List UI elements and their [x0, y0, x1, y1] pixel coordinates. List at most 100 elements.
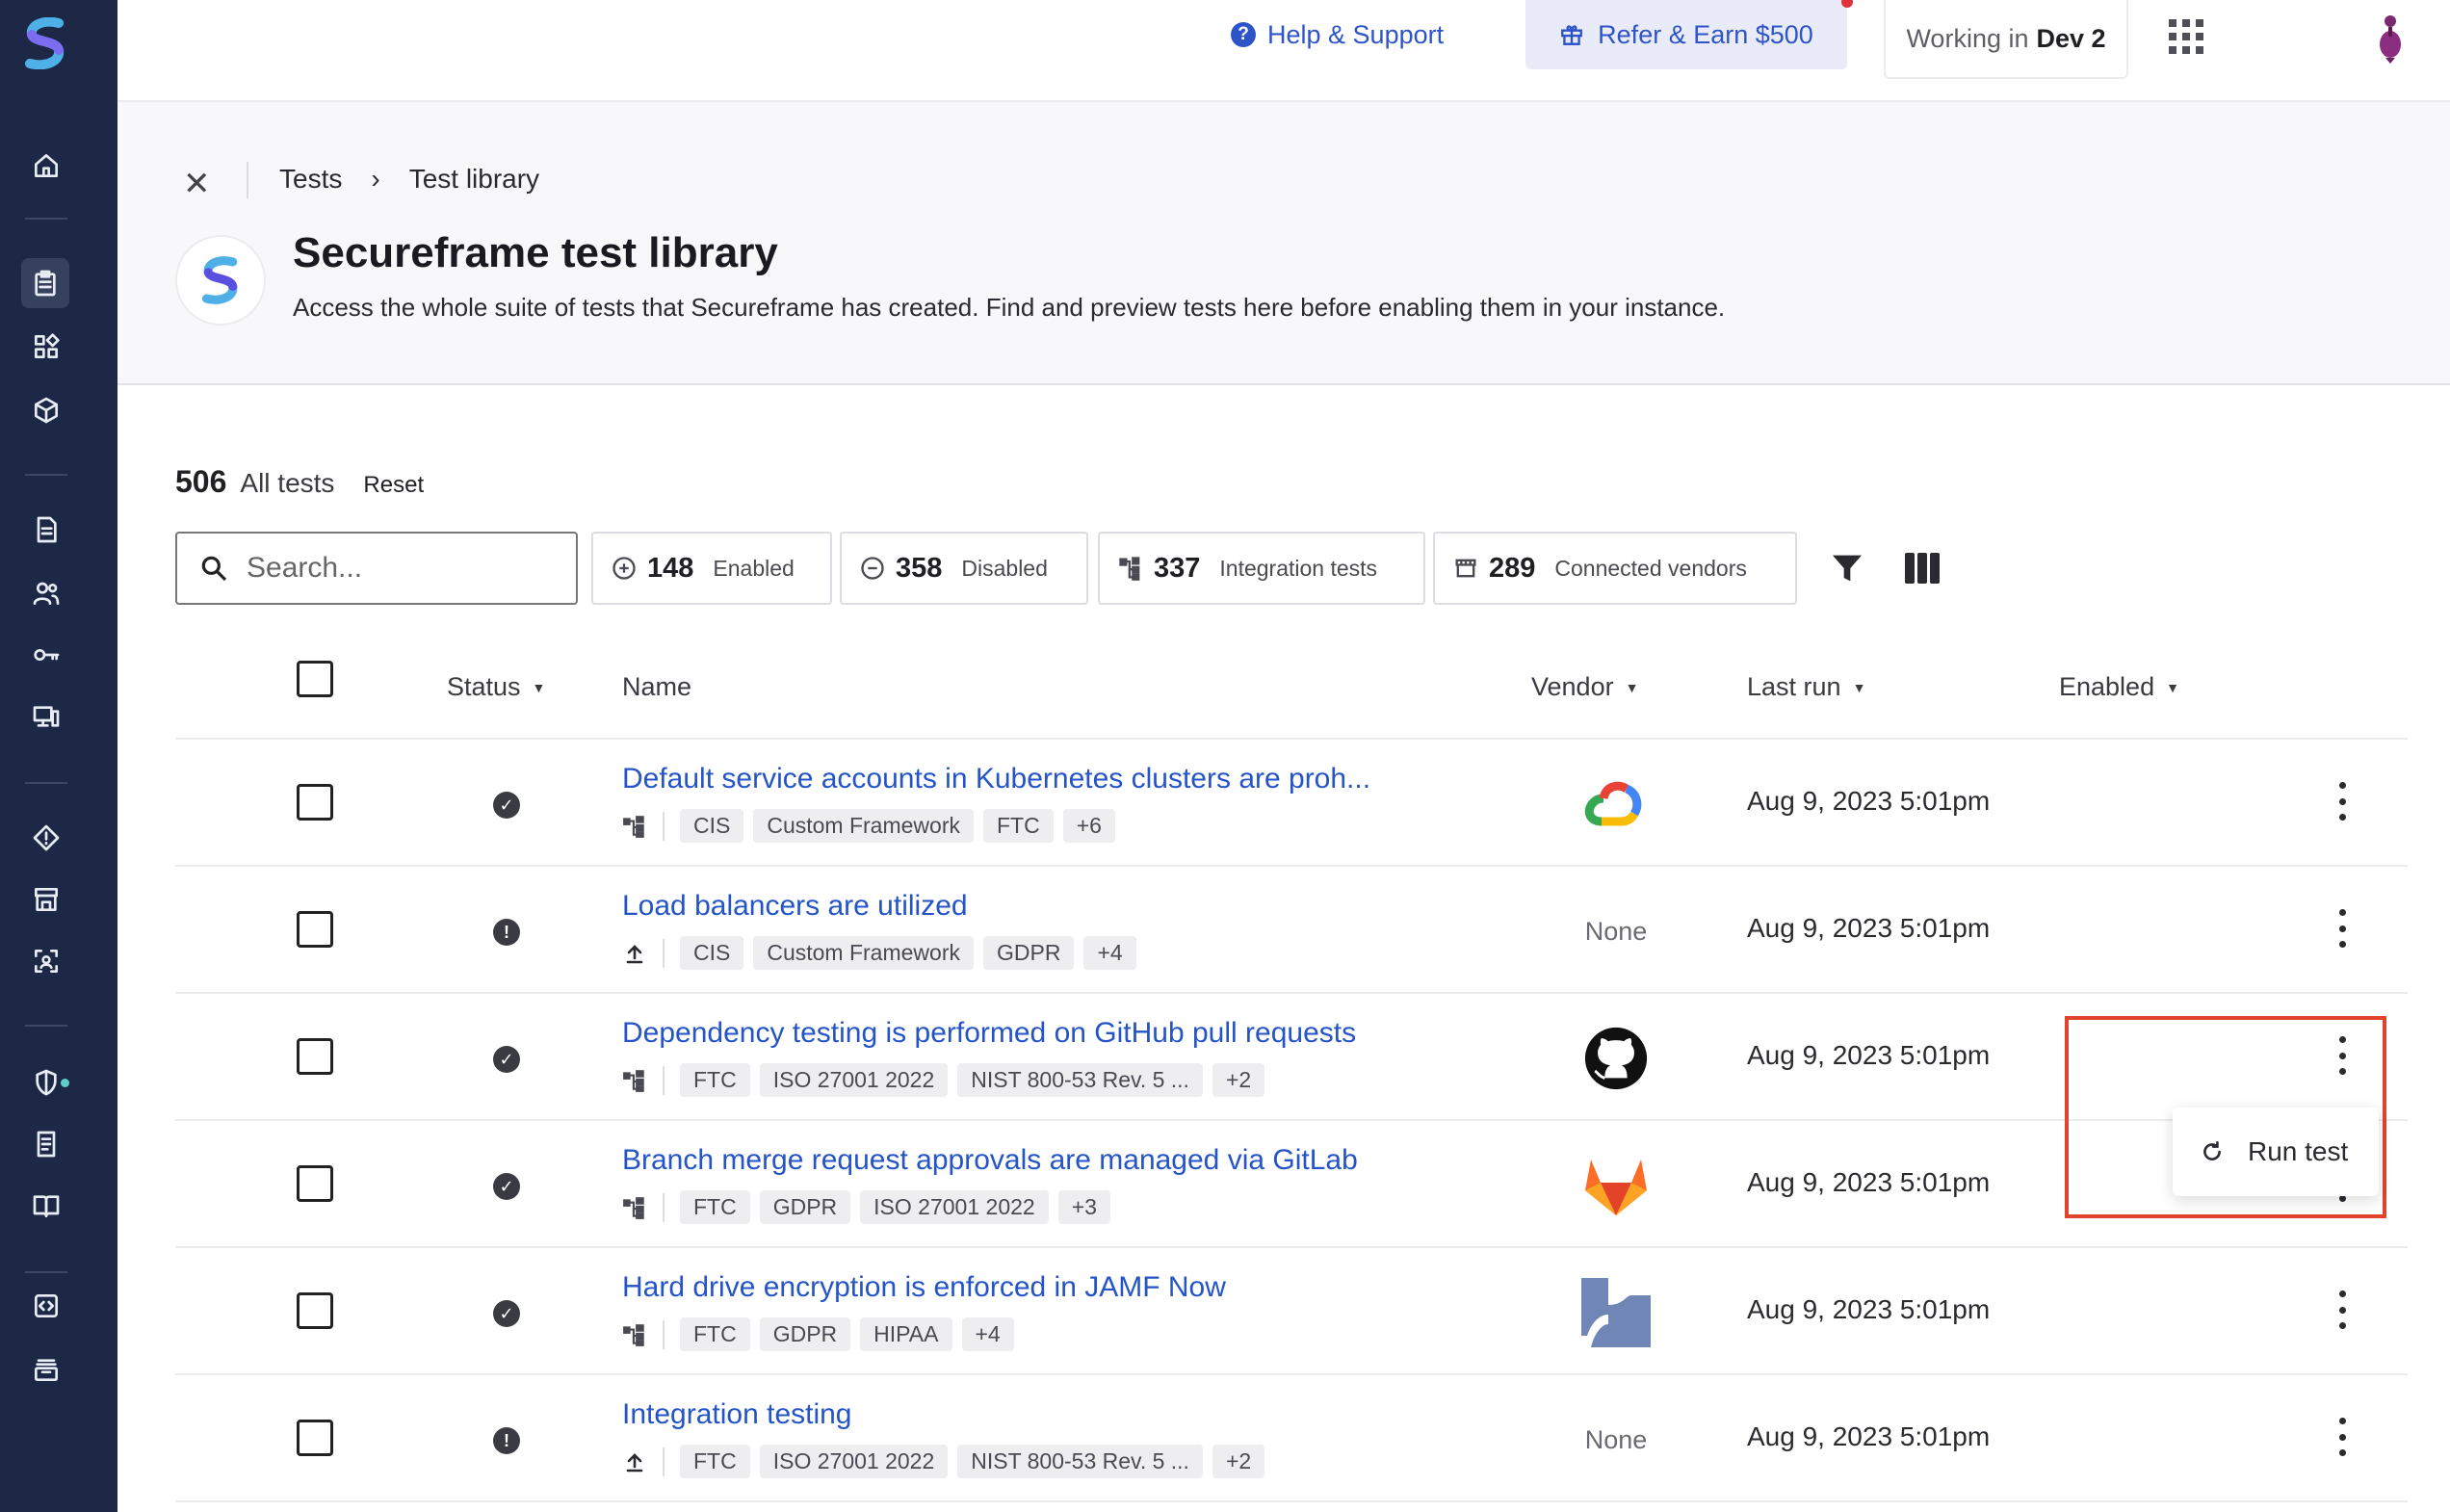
test-name-link[interactable]: Default service accounts in Kubernetes c… — [622, 763, 1370, 795]
table-row[interactable]: ✓ Default service accounts in Kubernetes … — [175, 740, 2408, 867]
help-support-label: Help & Support — [1267, 19, 1445, 49]
avatar[interactable] — [2371, 12, 2410, 65]
breadcrumb: Tests › Test library — [279, 164, 539, 195]
tag-list: FTC ISO 27001 2022 NIST 800-53 Rev. 5 ... +… — [622, 1445, 1265, 1478]
more-vertical-icon[interactable] — [2334, 1290, 2350, 1329]
more-vertical-icon[interactable] — [2334, 1418, 2350, 1456]
breadcrumb-divider — [247, 162, 248, 198]
key-icon[interactable] — [27, 636, 65, 674]
more-vertical-icon[interactable] — [2334, 782, 2350, 821]
jamf-logo — [1552, 1278, 1680, 1347]
table-row[interactable]: ! Integration testing FTC ISO 27001 2022 NIS… — [175, 1375, 2408, 1502]
test-count: 506 All tests Reset — [175, 464, 424, 500]
apps-grid-icon[interactable] — [2169, 19, 2203, 54]
vendor-store-icon[interactable] — [27, 880, 65, 919]
reset-button[interactable]: Reset — [363, 472, 424, 499]
framework-tag: FTC — [680, 1063, 750, 1097]
tag-divider — [663, 1319, 665, 1349]
framework-tag: CIS — [680, 809, 744, 843]
tests-clipboard-icon[interactable] — [21, 258, 69, 308]
close-icon[interactable]: ✕ — [183, 168, 211, 200]
test-name-link[interactable]: Load balancers are utilized — [622, 890, 968, 923]
framework-tag: HIPAA — [860, 1317, 952, 1351]
chip-vendors-label: Connected vendors — [1554, 555, 1747, 581]
test-name-link[interactable]: Branch merge request approvals are manag… — [622, 1144, 1358, 1177]
framework-tag: CIS — [680, 936, 744, 970]
last-run-time: Aug 9, 2023 5:01pm — [1747, 913, 1991, 943]
framework-tag: GDPR — [983, 936, 1075, 970]
chip-disabled-label: Disabled — [961, 555, 1048, 581]
dashboard-grid-icon[interactable] — [27, 327, 65, 366]
chip-disabled[interactable]: 358 Disabled — [840, 532, 1088, 605]
book-icon[interactable] — [27, 1186, 65, 1225]
risk-diamond-icon[interactable] — [27, 819, 65, 857]
sidebar — [0, 0, 117, 1512]
alert-circle-icon: ! — [493, 919, 520, 946]
check-circle-icon: ✓ — [493, 1173, 520, 1200]
chip-enabled[interactable]: 148 Enabled — [591, 532, 832, 605]
last-run-time: Aug 9, 2023 5:01pm — [1747, 1040, 1991, 1070]
chip-integration-count: 337 — [1154, 552, 1201, 584]
nav-divider — [25, 1025, 67, 1027]
table-header: Status ▼ Name Vendor ▼ Last run ▼ Enable… — [175, 651, 2408, 740]
framework-tag: GDPR — [759, 1190, 851, 1224]
secureframe-logo[interactable] — [24, 17, 66, 69]
gift-icon — [1561, 25, 1583, 45]
framework-tag: NIST 800-53 Rev. 5 ... — [957, 1063, 1203, 1097]
working-in-label: Working in — [1906, 23, 2029, 53]
columns-icon[interactable] — [1905, 553, 1940, 584]
row-checkbox[interactable] — [297, 1165, 333, 1202]
archive-icon[interactable] — [27, 1350, 65, 1389]
framework-tag: Custom Framework — [753, 936, 974, 970]
tag-list: FTC GDPR HIPAA +4 — [622, 1317, 1014, 1351]
workspace-switcher[interactable]: Working in Dev 2 — [1884, 0, 2128, 79]
column-vendor[interactable]: Vendor ▼ — [1531, 672, 1638, 702]
refer-earn-button[interactable]: Refer & Earn $500 — [1525, 0, 1853, 69]
search-input[interactable] — [247, 552, 535, 585]
home-icon[interactable] — [27, 146, 65, 185]
help-support-link[interactable]: ? Help & Support — [1231, 17, 1444, 52]
trust-shield-icon[interactable] — [27, 1063, 69, 1102]
check-circle-icon: ✓ — [493, 1300, 520, 1327]
column-enabled[interactable]: Enabled ▼ — [2059, 672, 2179, 702]
upload-icon — [622, 1449, 647, 1474]
framework-tag: +2 — [1212, 1063, 1265, 1097]
table-row[interactable]: ✓ Hard drive encryption is enforced in JA… — [175, 1248, 2408, 1375]
column-last-run[interactable]: Last run ▼ — [1747, 672, 1865, 702]
column-status-label: Status — [447, 672, 521, 701]
page-title: Secureframe test library — [293, 229, 778, 276]
table-row[interactable]: ! Load balancers are utilized CIS Custom Fr… — [175, 867, 2408, 994]
tag-divider — [663, 1065, 665, 1095]
select-all-checkbox[interactable] — [297, 661, 333, 697]
question-icon: ? — [1231, 22, 1256, 47]
more-vertical-icon[interactable] — [2334, 909, 2350, 948]
test-name-link[interactable]: Integration testing — [622, 1398, 852, 1431]
test-name-link[interactable]: Hard drive encryption is enforced in JAM… — [622, 1271, 1226, 1304]
row-checkbox[interactable] — [297, 911, 333, 948]
chip-connected-vendors[interactable]: 289 Connected vendors — [1433, 532, 1797, 605]
scan-icon[interactable] — [27, 942, 65, 980]
chip-integration-tests[interactable]: 337 Integration tests — [1098, 532, 1425, 605]
filter-icon[interactable] — [1828, 549, 1866, 587]
policy-document-icon[interactable] — [27, 1125, 65, 1163]
package-cube-icon[interactable] — [27, 391, 65, 430]
column-status[interactable]: Status ▼ — [447, 672, 545, 702]
breadcrumb-tests[interactable]: Tests — [279, 164, 342, 195]
chip-enabled-count: 148 — [647, 552, 694, 584]
devices-icon[interactable] — [27, 697, 65, 736]
framework-tag: GDPR — [759, 1317, 851, 1351]
nav-divider — [25, 1271, 67, 1273]
code-file-icon[interactable] — [27, 1287, 65, 1325]
tag-divider — [663, 1192, 665, 1222]
google-cloud-logo — [1552, 770, 1680, 838]
document-list-icon[interactable] — [27, 510, 65, 549]
run-test-menu-item[interactable]: Run test — [2248, 1136, 2348, 1167]
row-checkbox[interactable] — [297, 1292, 333, 1329]
row-checkbox[interactable] — [297, 784, 333, 821]
nav-divider — [25, 218, 67, 220]
search-box[interactable] — [175, 532, 578, 605]
people-icon[interactable] — [27, 574, 65, 613]
row-checkbox[interactable] — [297, 1420, 333, 1456]
row-checkbox[interactable] — [297, 1038, 333, 1075]
test-name-link[interactable]: Dependency testing is performed on GitHu… — [622, 1017, 1356, 1050]
